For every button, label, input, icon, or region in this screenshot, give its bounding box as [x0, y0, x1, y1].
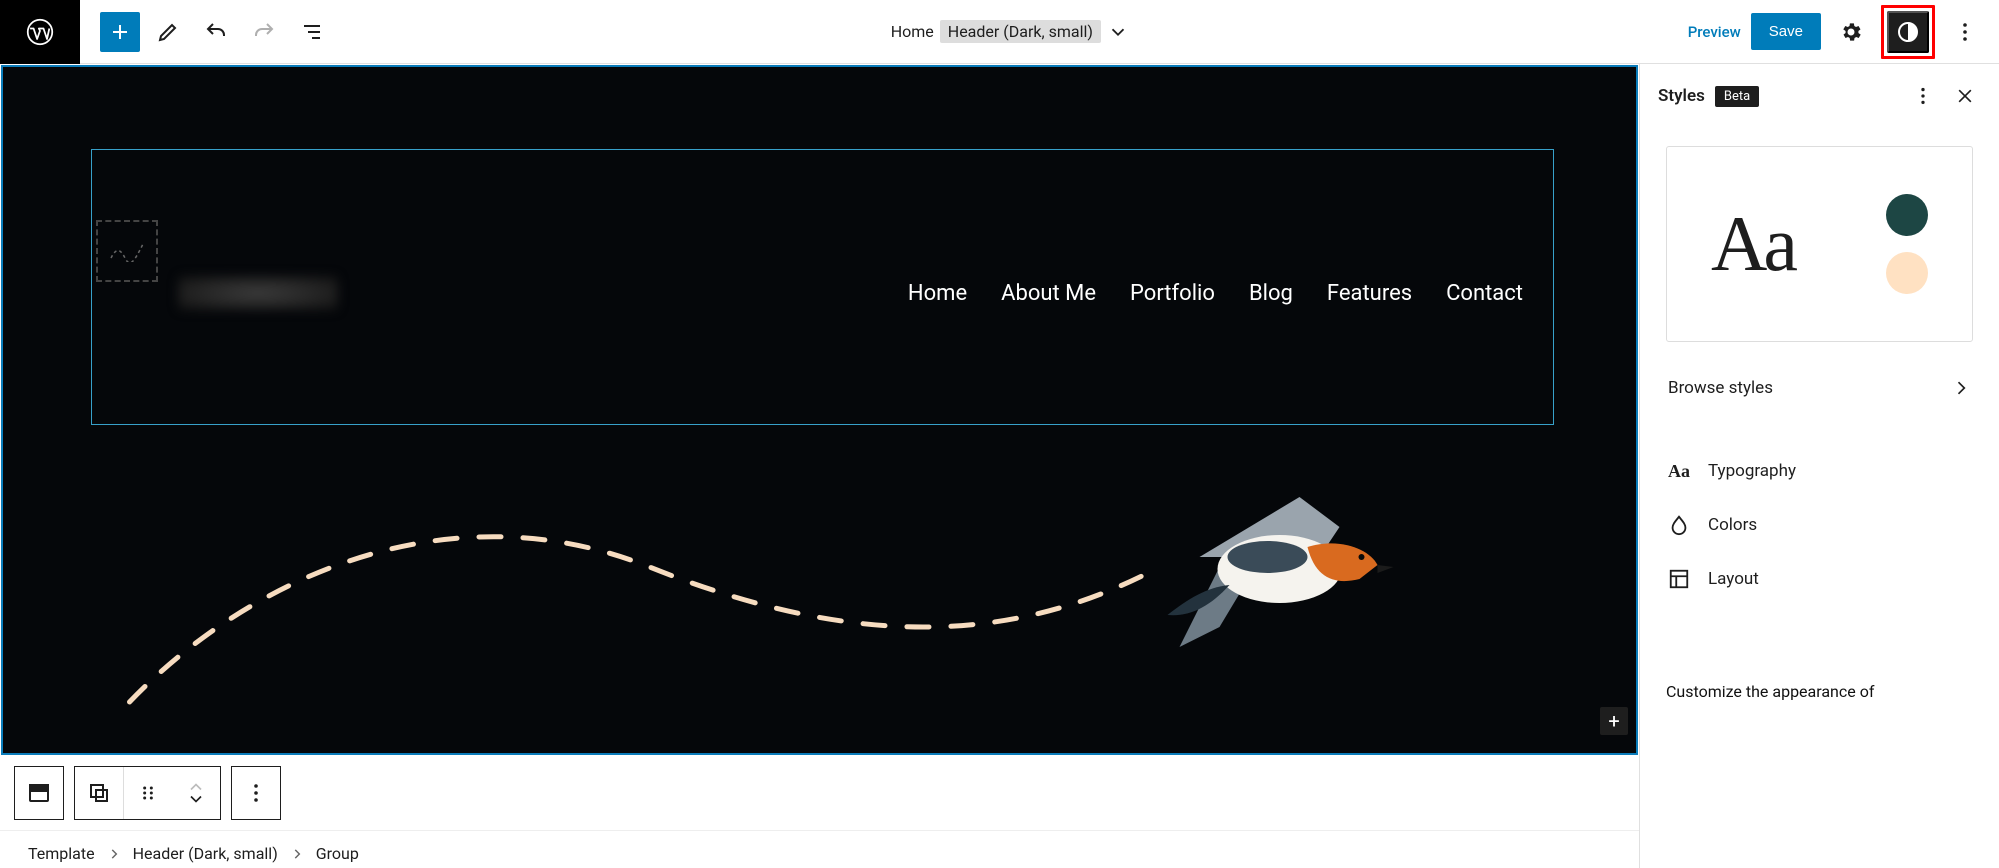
- layout-icon: [1666, 566, 1692, 592]
- move-down-icon[interactable]: [186, 793, 206, 805]
- layout-label: Layout: [1708, 569, 1759, 589]
- breadcrumb-item[interactable]: Template: [28, 844, 95, 863]
- browse-styles-row[interactable]: Browse styles: [1666, 358, 1973, 418]
- breadcrumb: Template Header (Dark, small) Group: [0, 830, 1639, 868]
- drag-handle-icon[interactable]: [124, 767, 172, 819]
- move-arrows[interactable]: [172, 767, 220, 819]
- color-swatch-primary: [1886, 194, 1928, 236]
- move-up-icon[interactable]: [186, 781, 206, 793]
- nav-item[interactable]: Features: [1327, 281, 1412, 306]
- styles-button[interactable]: [1887, 11, 1929, 53]
- nav-item[interactable]: About Me: [1001, 281, 1096, 306]
- chevron-right-icon: [1951, 378, 1971, 398]
- group-block-icon[interactable]: [75, 767, 123, 819]
- edit-tool-button[interactable]: [148, 12, 188, 52]
- colors-category[interactable]: Colors: [1666, 512, 1973, 538]
- close-panel-button[interactable]: [1949, 80, 1981, 112]
- block-toolbar: [0, 756, 1639, 830]
- save-button[interactable]: Save: [1751, 13, 1821, 50]
- template-part-area[interactable]: Home About Me Portfolio Blog Features Co…: [1, 65, 1638, 755]
- styles-panel: Styles Beta Aa B: [1639, 64, 1999, 868]
- site-title-blurred[interactable]: [178, 276, 338, 310]
- panel-more-button[interactable]: [1907, 80, 1939, 112]
- hero-image-bird: [43, 447, 1576, 707]
- browse-styles-label: Browse styles: [1668, 378, 1773, 398]
- colors-label: Colors: [1708, 515, 1757, 535]
- template-part-icon[interactable]: [15, 767, 63, 819]
- customize-help-text: Customize the appearance of: [1666, 682, 1973, 703]
- color-swatch-secondary: [1886, 252, 1928, 294]
- typography-icon: Aa: [1666, 458, 1692, 484]
- doc-name: Home: [891, 22, 934, 41]
- typography-label: Typography: [1708, 461, 1796, 481]
- preview-link[interactable]: Preview: [1688, 23, 1741, 41]
- settings-button[interactable]: [1831, 12, 1871, 52]
- chevron-right-icon: [290, 847, 304, 861]
- header-group-block[interactable]: Home About Me Portfolio Blog Features Co…: [91, 149, 1554, 425]
- undo-button[interactable]: [196, 12, 236, 52]
- list-view-button[interactable]: [292, 12, 332, 52]
- site-logo-placeholder[interactable]: [96, 220, 158, 282]
- breadcrumb-item[interactable]: Group: [316, 844, 359, 863]
- nav-item[interactable]: Blog: [1249, 281, 1293, 306]
- document-title[interactable]: Home Header (Dark, small): [332, 20, 1688, 43]
- nav-item[interactable]: Home: [908, 281, 967, 306]
- breadcrumb-item[interactable]: Header (Dark, small): [133, 844, 278, 863]
- append-block-button[interactable]: +: [1600, 707, 1628, 735]
- template-part-label: Header (Dark, small): [940, 20, 1101, 43]
- panel-title: Styles: [1658, 86, 1705, 106]
- primary-navigation[interactable]: Home About Me Portfolio Blog Features Co…: [908, 281, 1523, 306]
- block-more-options[interactable]: [232, 767, 280, 819]
- layout-category[interactable]: Layout: [1666, 566, 1973, 592]
- wordpress-logo[interactable]: [0, 0, 80, 64]
- nav-item[interactable]: Portfolio: [1130, 281, 1215, 306]
- chevron-right-icon: [107, 847, 121, 861]
- nav-item[interactable]: Contact: [1446, 281, 1523, 306]
- editor-canvas[interactable]: Home About Me Portfolio Blog Features Co…: [1, 65, 1638, 755]
- drop-icon: [1666, 512, 1692, 538]
- chevron-down-icon: [1107, 21, 1129, 43]
- top-toolbar: Home Header (Dark, small) Preview Save: [0, 0, 1999, 64]
- add-block-button[interactable]: [100, 12, 140, 52]
- styles-button-highlight: [1881, 5, 1935, 59]
- redo-button[interactable]: [244, 12, 284, 52]
- more-options-button[interactable]: [1945, 12, 1985, 52]
- style-preview-card[interactable]: Aa: [1666, 146, 1973, 342]
- typography-category[interactable]: Aa Typography: [1666, 458, 1973, 484]
- typography-sample: Aa: [1711, 199, 1794, 289]
- beta-badge: Beta: [1715, 86, 1759, 107]
